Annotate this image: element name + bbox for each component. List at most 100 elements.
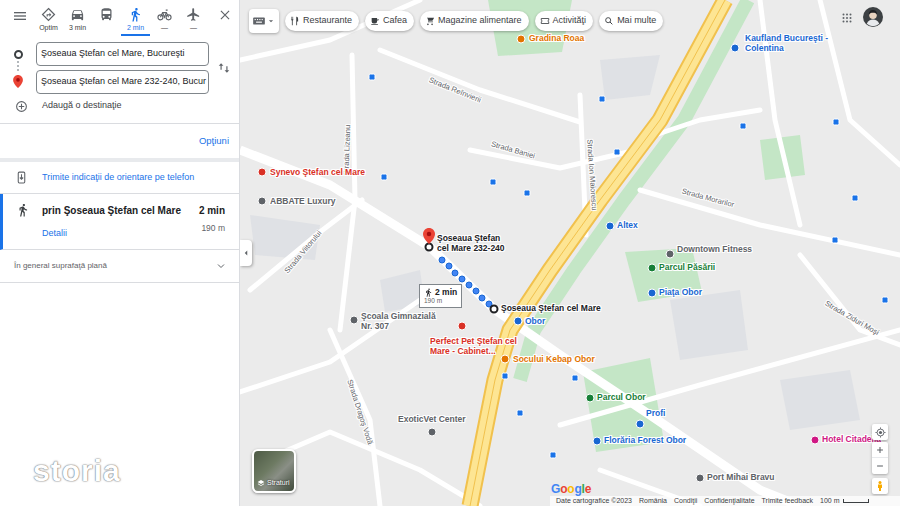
place-marker-icon[interactable]: [586, 394, 595, 403]
street-label: Strada Ziduri Moşi: [823, 298, 881, 338]
bus-stop-icon[interactable]: [572, 375, 578, 381]
bus-stop-icon[interactable]: [517, 410, 523, 416]
place-marker-icon[interactable]: [428, 428, 437, 437]
footer-link[interactable]: Confidenţialitate: [704, 496, 754, 506]
place-label[interactable]: Profi: [646, 408, 665, 418]
travel-mode-button[interactable]: 2 min: [121, 4, 150, 36]
route-option[interactable]: prin Şoseaua Ştefan cel MareDetalii2 min…: [0, 194, 239, 250]
bus-stop-icon[interactable]: [852, 195, 858, 201]
bus-stop-icon[interactable]: [833, 119, 839, 125]
place-marker-icon[interactable]: [648, 264, 657, 273]
send-to-phone[interactable]: Trimite indicaţii de orientare pe telefo…: [0, 162, 239, 194]
place-marker-icon[interactable]: [731, 44, 740, 53]
travel-mode-label: 3 min: [69, 23, 86, 32]
place-label[interactable]: Synevo Ştefan cel Mare: [270, 167, 365, 177]
collapse-panel-icon[interactable]: [240, 240, 252, 266]
place-marker-icon[interactable]: [593, 437, 602, 446]
map-canvas[interactable]: Strada ReînvieriiStrada LizeanuStrada Ba…: [240, 0, 900, 506]
place-label[interactable]: Perfect Pet Ştefan cel Mare - Cabinet...: [430, 336, 520, 356]
details-link[interactable]: Detalii: [42, 227, 67, 241]
apps-grid-icon[interactable]: [841, 12, 853, 24]
place-marker-icon[interactable]: [258, 168, 267, 177]
zoom-in-icon[interactable]: [872, 442, 888, 458]
place-label[interactable]: Port Mihai Bravu: [707, 472, 775, 482]
bus-stop-icon[interactable]: [882, 297, 888, 303]
place-label[interactable]: ABBATE Luxury: [270, 196, 336, 206]
walk-icon: [128, 7, 143, 22]
route-callout[interactable]: 2 min190 m: [419, 284, 462, 308]
travel-mode-button[interactable]: Optim: [34, 4, 63, 36]
place-label[interactable]: Florăria Forest Obor: [604, 435, 686, 445]
filter-chip[interactable]: Cafea: [365, 11, 414, 31]
bus-stop-icon[interactable]: [502, 373, 508, 379]
bus-stop-icon[interactable]: [599, 96, 605, 102]
place-label[interactable]: Gradina Roaa: [529, 33, 584, 43]
place-marker-icon[interactable]: [648, 289, 657, 298]
menu-icon[interactable]: [6, 4, 34, 30]
close-icon[interactable]: [211, 4, 239, 30]
place-label[interactable]: Socului Kebap Obor: [513, 354, 595, 364]
origin-field[interactable]: Şoseaua Ştefan cel Mare, Bucureşti: [36, 42, 209, 66]
place-marker-icon[interactable]: [517, 35, 526, 44]
place-label[interactable]: Obor: [525, 316, 545, 326]
place-marker-icon[interactable]: [606, 222, 615, 231]
origin-icon: [14, 50, 23, 59]
place-marker-icon[interactable]: [666, 250, 675, 259]
place-label[interactable]: ExoticVet Center: [398, 414, 466, 424]
route-dot: [439, 257, 446, 264]
green-strip: [520, 0, 748, 380]
bus-stop-icon[interactable]: [614, 149, 620, 155]
place-label[interactable]: Parcul Păsării: [659, 262, 715, 272]
street: [640, 190, 900, 255]
my-location-icon[interactable]: [872, 424, 888, 440]
add-destination[interactable]: Adaugă o destinaţie: [0, 98, 239, 124]
travel-mode-button[interactable]: —: [179, 4, 208, 36]
filter-chip[interactable]: Restaurante: [285, 11, 359, 31]
travel-mode-button[interactable]: 3 min: [63, 4, 92, 36]
terrain-note[interactable]: În general suprafaţă plană: [0, 250, 239, 283]
place-marker-icon[interactable]: [501, 355, 510, 364]
bus-stop-icon[interactable]: [524, 190, 530, 196]
maps-app: Optim3 min2 min——Şoseaua Ştefan cel Mare…: [0, 0, 900, 506]
filter-chip[interactable]: Magazine alimentare: [420, 11, 529, 31]
bus-stop-icon[interactable]: [369, 74, 375, 80]
place-marker-icon[interactable]: [350, 316, 359, 325]
bus-stop-icon[interactable]: [740, 123, 746, 129]
place-label[interactable]: Piaţa Obor: [659, 287, 702, 297]
place-label[interactable]: Şcoala Gimnazială Nr. 307: [361, 311, 441, 331]
layers-button[interactable]: Straturi: [252, 449, 296, 493]
footer-link[interactable]: Trimite feedback: [762, 496, 813, 506]
pegman-icon[interactable]: [872, 478, 888, 494]
building: [600, 55, 660, 100]
zoom-out-icon[interactable]: [875, 458, 885, 474]
place-marker-icon[interactable]: [514, 317, 523, 326]
travel-mode-button[interactable]: [92, 4, 121, 36]
place-marker-icon[interactable]: [458, 322, 467, 331]
place-marker-icon[interactable]: [696, 474, 705, 483]
filter-chip[interactable]: Mai multe: [599, 11, 663, 31]
swap-icon[interactable]: [209, 42, 239, 94]
place-label[interactable]: Kaufland Bucureşti - Colentina: [745, 33, 855, 53]
car-icon: [70, 7, 85, 22]
footer-link[interactable]: Condiţii: [674, 496, 697, 506]
place-label[interactable]: Parcul Obor: [597, 392, 646, 402]
destination-field[interactable]: Şoseaua Ştefan cel Mare 232-240, Bucur: [36, 70, 209, 94]
map-type-button[interactable]: [249, 9, 279, 33]
travel-mode-button[interactable]: —: [150, 4, 179, 36]
options-link[interactable]: Opţiuni: [199, 134, 229, 148]
place-marker-icon[interactable]: [811, 436, 820, 445]
avatar-icon[interactable]: [863, 7, 883, 27]
place-marker-icon[interactable]: [258, 197, 267, 206]
bus-stop-icon[interactable]: [381, 174, 387, 180]
layers-icon: [257, 479, 265, 487]
watermark: storia: [33, 448, 121, 493]
street: [380, 50, 580, 122]
place-marker-icon[interactable]: [636, 420, 645, 429]
bus-stop-icon[interactable]: [832, 237, 838, 243]
place-label[interactable]: Altex: [617, 220, 638, 230]
filter-chip[interactable]: Activităţi: [535, 11, 594, 31]
footer-link[interactable]: România: [639, 496, 667, 506]
bus-stop-icon[interactable]: [490, 179, 496, 185]
bus-stop-icon[interactable]: [550, 452, 556, 458]
place-label[interactable]: Downtown Fitness: [677, 244, 752, 254]
